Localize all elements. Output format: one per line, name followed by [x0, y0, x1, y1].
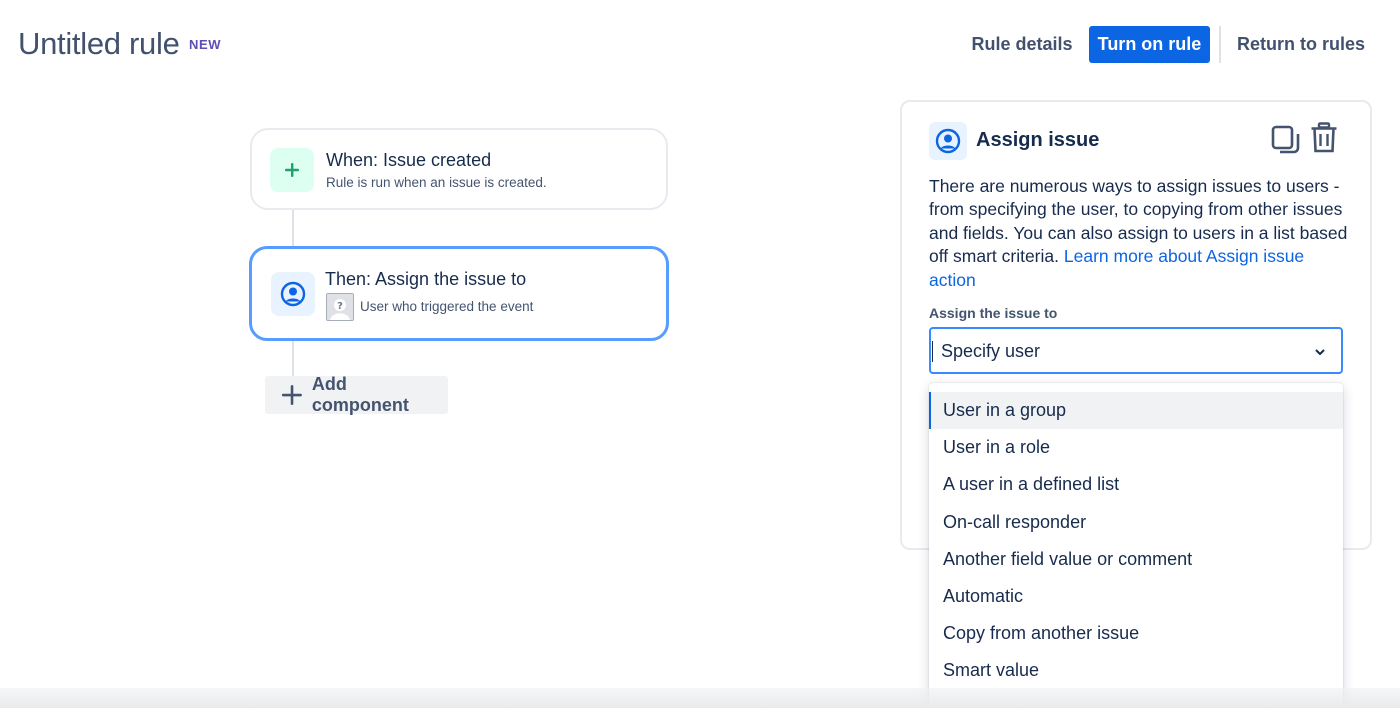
rule-title[interactable]: Untitled rule	[18, 26, 180, 62]
trash-icon[interactable]	[1310, 122, 1338, 159]
svg-text:?: ?	[337, 301, 343, 312]
flow-connector	[292, 208, 294, 248]
option-field-value-or-comment[interactable]: Another field value or comment	[929, 541, 1343, 578]
rule-details-button[interactable]: Rule details	[962, 26, 1082, 63]
user-circle-icon	[271, 272, 315, 316]
plus-icon	[270, 148, 314, 192]
trigger-subtitle: Rule is run when an issue is created.	[326, 175, 547, 190]
turn-on-rule-button[interactable]: Turn on rule	[1089, 26, 1210, 63]
assign-to-select[interactable]: Specify user	[929, 327, 1343, 374]
option-automatic[interactable]: Automatic	[929, 578, 1343, 615]
trigger-title: When: Issue created	[326, 150, 492, 170]
user-circle-icon	[929, 122, 967, 160]
option-user-in-role[interactable]: User in a role	[929, 429, 1343, 466]
header-divider	[1219, 26, 1221, 63]
plus-icon	[281, 385, 302, 405]
assign-field-label: Assign the issue to	[929, 305, 1058, 321]
option-user-in-group[interactable]: User in a group	[929, 392, 1343, 430]
unknown-user-avatar: ?	[326, 293, 354, 321]
assign-to-select-value: Specify user	[941, 341, 1041, 361]
text-cursor	[932, 341, 933, 362]
bottom-edge	[0, 688, 1400, 708]
add-component-label: Add component	[311, 374, 409, 415]
add-component-button[interactable]: Add component	[265, 374, 448, 415]
action-card[interactable]: Then: Assign the issue to ? User who tri…	[249, 246, 669, 341]
assign-options-menu: User in a group User in a role A user in…	[929, 383, 1343, 708]
panel-title: Assign issue	[976, 129, 1100, 151]
panel-description: There are numerous ways to assign issues…	[929, 175, 1349, 292]
duplicate-icon[interactable]	[1270, 124, 1302, 161]
option-on-call-responder[interactable]: On-call responder	[929, 504, 1343, 541]
option-copy-from-another-issue[interactable]: Copy from another issue	[929, 615, 1343, 652]
new-badge: NEW	[189, 37, 222, 52]
trigger-card[interactable]: When: Issue created Rule is run when an …	[250, 128, 668, 210]
chevron-down-icon	[1315, 349, 1325, 355]
action-subtitle: User who triggered the event	[360, 299, 534, 314]
return-to-rules-button[interactable]: Return to rules	[1228, 26, 1374, 63]
action-title: Then: Assign the issue to	[325, 269, 527, 289]
option-smart-value[interactable]: Smart value	[929, 652, 1343, 689]
option-user-in-defined-list[interactable]: A user in a defined list	[929, 466, 1343, 503]
automation-rule-editor: Untitled rule NEW Rule details Turn on r…	[0, 0, 1400, 708]
flow-connector	[292, 339, 294, 377]
